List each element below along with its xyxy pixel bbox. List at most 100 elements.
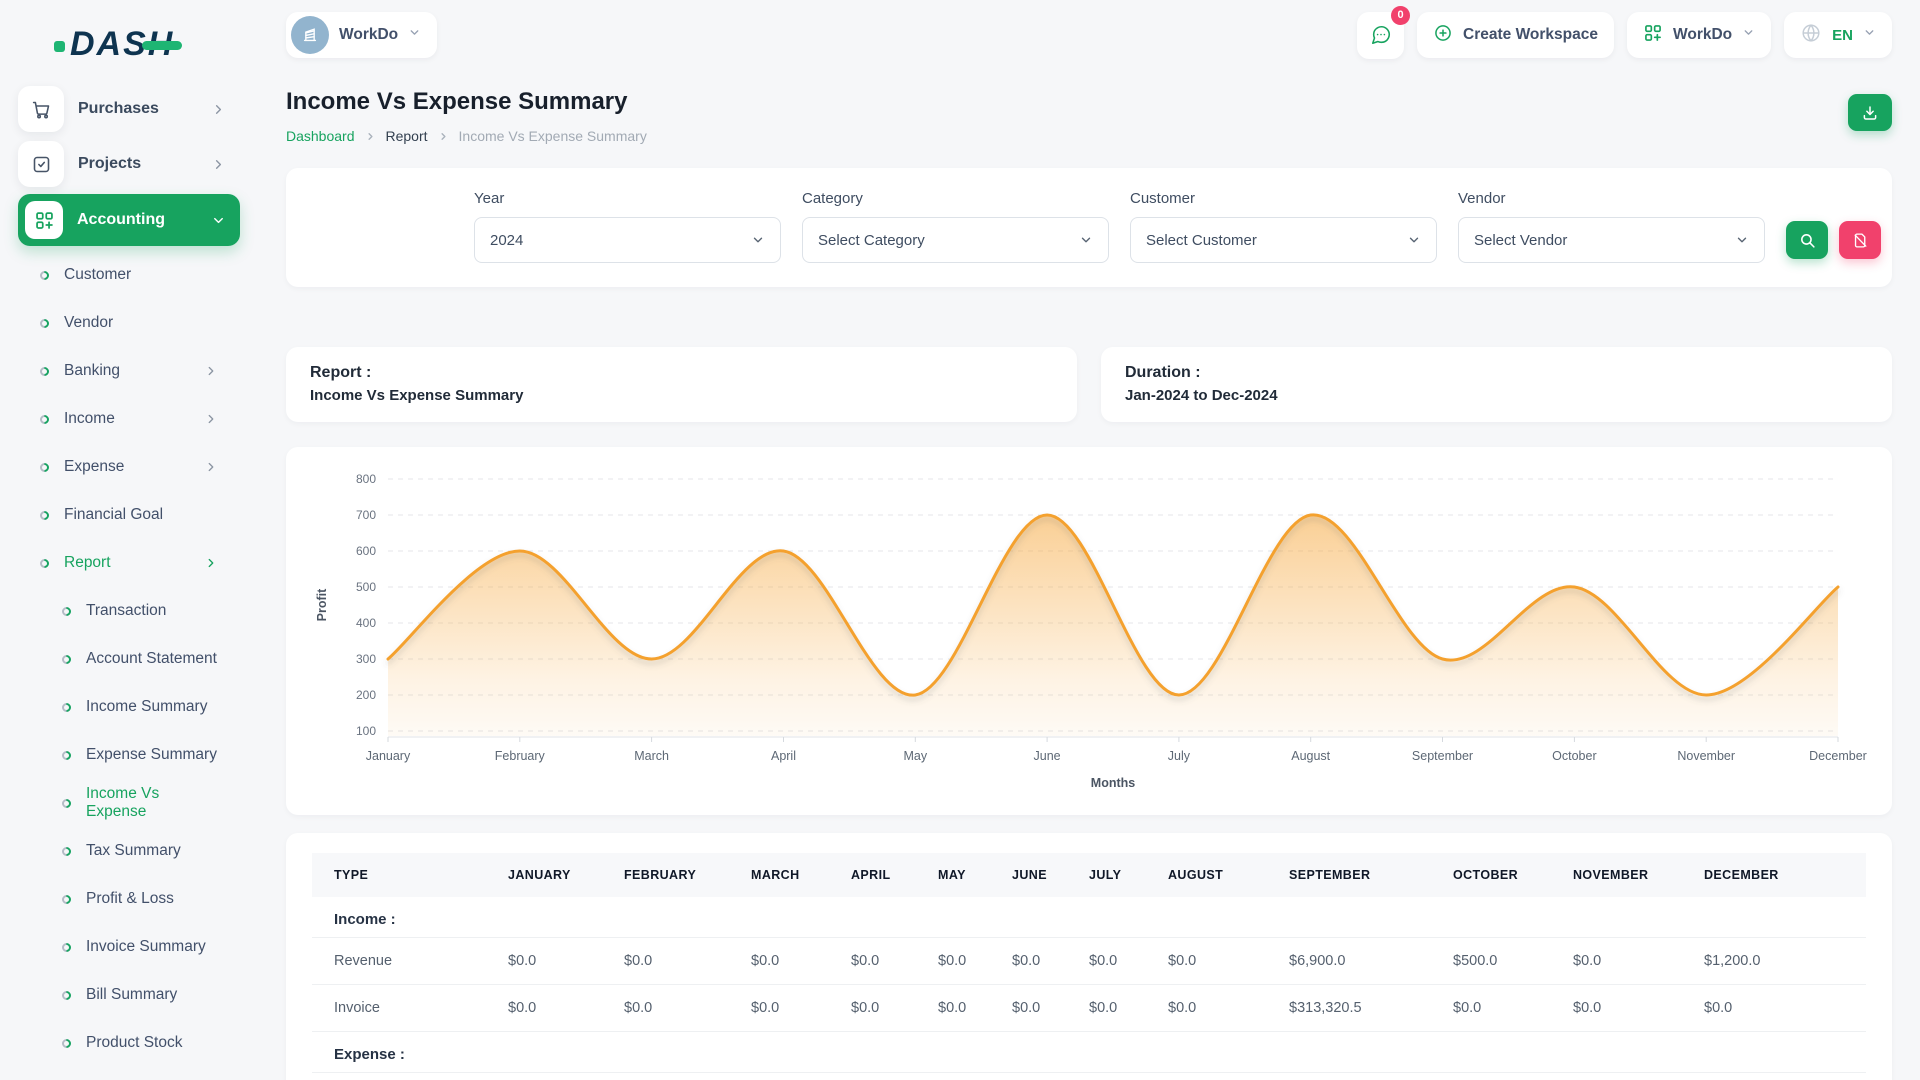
apply-filter-button[interactable] [1786, 221, 1828, 259]
sidebar-item-tax-summary[interactable]: Tax Summary [18, 827, 240, 875]
search-icon [1799, 232, 1816, 249]
sidebar-item-expense[interactable]: Expense [18, 443, 240, 491]
sidebar-item-vendor[interactable]: Vendor [18, 299, 240, 347]
vendor-select[interactable]: Select Vendor [1458, 217, 1765, 263]
table-cell-value: $500.0 [1453, 938, 1573, 985]
svg-text:200: 200 [356, 688, 376, 702]
accounting-submenu: CustomerVendorBankingIncomeExpenseFinanc… [18, 251, 240, 1080]
sidebar-item-income-vs-expense[interactable]: Income Vs Expense [18, 779, 240, 827]
column-header: JANUARY [508, 853, 624, 897]
svg-text:January: January [366, 749, 411, 763]
svg-text:February: February [495, 749, 546, 763]
sidebar-item-projects[interactable]: Projects [18, 139, 240, 189]
bullet-icon [38, 509, 51, 522]
grid-plus-icon [25, 201, 63, 239]
column-header: TYPE [312, 853, 508, 897]
file-slash-icon [1852, 232, 1869, 249]
chevron-right-icon [204, 412, 218, 426]
income-expense-table-card: TYPEJANUARYFEBRUARYMARCHAPRILMAYJUNEJULY… [286, 833, 1892, 1080]
table-section-row: Income : [312, 897, 1866, 938]
table-cell-value: $0.0 [938, 985, 1012, 1032]
svg-text:June: June [1034, 749, 1061, 763]
column-header: APRIL [851, 853, 938, 897]
bullet-icon [60, 845, 73, 858]
download-report-button[interactable] [1848, 94, 1892, 131]
bullet-icon [38, 317, 51, 330]
table-cell-value: $0.0 [1453, 985, 1573, 1032]
table-cell-value: $0.0 [508, 985, 624, 1032]
bullet-icon [60, 989, 73, 1002]
table-row: Revenue$0.0$0.0$0.0$0.0$0.0$0.0$0.0$0.0$… [312, 938, 1866, 985]
customer-select[interactable]: Select Customer [1130, 217, 1437, 263]
breadcrumb-dashboard[interactable]: Dashboard [286, 128, 355, 144]
chevron-down-icon [751, 233, 765, 247]
sidebar-item-product-stock[interactable]: Product Stock [18, 1019, 240, 1067]
sidebar-item-income-summary[interactable]: Income Summary [18, 683, 240, 731]
bullet-icon [38, 269, 51, 282]
workspace-menu-button[interactable]: WorkDo [1627, 12, 1771, 58]
profit-area-chart: 100200300400500600700800JanuaryFebruaryM… [310, 465, 1868, 797]
workspace-selector[interactable]: WorkDo [286, 12, 437, 58]
column-header: SEPTEMBER [1289, 853, 1453, 897]
page-title: Income Vs Expense Summary [286, 88, 647, 116]
sidebar-item-expense-summary[interactable]: Expense Summary [18, 731, 240, 779]
bullet-icon [38, 365, 51, 378]
table-cell-value: $0.0 [1089, 938, 1168, 985]
messages-button[interactable]: 0 [1357, 12, 1404, 59]
reset-filter-button[interactable] [1839, 221, 1881, 259]
check-square-icon [18, 141, 64, 187]
chevron-down-icon [211, 213, 226, 228]
breadcrumb: Dashboard Report Income Vs Expense Summa… [286, 128, 647, 144]
sidebar-item-financial-goal[interactable]: Financial Goal [18, 491, 240, 539]
column-header: FEBRUARY [624, 853, 751, 897]
year-select[interactable]: 2024 [474, 217, 781, 263]
table-cell-value: $0.0 [1168, 938, 1289, 985]
column-header: AUGUST [1168, 853, 1289, 897]
table-cell-value: $0.0 [851, 938, 938, 985]
breadcrumb-report[interactable]: Report [386, 128, 428, 144]
sidebar-item-purchases[interactable]: Purchases [18, 84, 240, 134]
chevron-right-icon [204, 460, 218, 474]
sidebar-item-banking[interactable]: Banking [18, 347, 240, 395]
globe-icon [1800, 22, 1822, 49]
table-cell-value: $0.0 [508, 938, 624, 985]
create-workspace-button[interactable]: Create Workspace [1417, 12, 1614, 58]
table-cell-value: $0.0 [851, 985, 938, 1032]
sidebar-item-account-statement[interactable]: Account Statement [18, 635, 240, 683]
svg-text:July: July [1168, 749, 1191, 763]
table-cell-value: $6,900.0 [1289, 938, 1453, 985]
table-cell-value: $0.0 [938, 938, 1012, 985]
svg-text:April: April [771, 749, 796, 763]
sidebar-item-transaction[interactable]: Transaction [18, 587, 240, 635]
chevron-right-icon [365, 131, 376, 142]
sidebar-item-income[interactable]: Income [18, 395, 240, 443]
svg-text:700: 700 [356, 508, 376, 522]
bullet-icon [60, 797, 73, 810]
svg-text:100: 100 [356, 724, 376, 738]
sidebar-item-report[interactable]: Report [18, 539, 240, 587]
column-header: NOVEMBER [1573, 853, 1704, 897]
sidebar-item-accounting[interactable]: Accounting [18, 194, 240, 246]
bullet-icon [60, 749, 73, 762]
sidebar-item-customer[interactable]: Customer [18, 251, 240, 299]
category-select[interactable]: Select Category [802, 217, 1109, 263]
cart-icon [18, 86, 64, 132]
column-header: JULY [1089, 853, 1168, 897]
chevron-right-icon [204, 364, 218, 378]
chevron-right-icon [211, 102, 226, 117]
table-cell-value: $0.0 [1012, 985, 1089, 1032]
table-cell-value: $0.0 [1704, 985, 1866, 1032]
app-logo[interactable]: DASH [54, 18, 258, 70]
sidebar-item-cash-flow[interactable]: Cash Flow [18, 1067, 240, 1080]
sidebar-item-bill-summary[interactable]: Bill Summary [18, 971, 240, 1019]
svg-text:October: October [1552, 749, 1596, 763]
svg-text:December: December [1809, 749, 1867, 763]
sidebar-item-invoice-summary[interactable]: Invoice Summary [18, 923, 240, 971]
table-cell-value: $0.0 [1089, 985, 1168, 1032]
column-header: MAY [938, 853, 1012, 897]
chart-area-fill [388, 515, 1838, 736]
column-header: MARCH [751, 853, 851, 897]
topbar-actions: 0 Create Workspace WorkDo [1357, 12, 1892, 59]
sidebar-item-profit-loss[interactable]: Profit & Loss [18, 875, 240, 923]
language-selector[interactable]: EN [1784, 12, 1892, 58]
